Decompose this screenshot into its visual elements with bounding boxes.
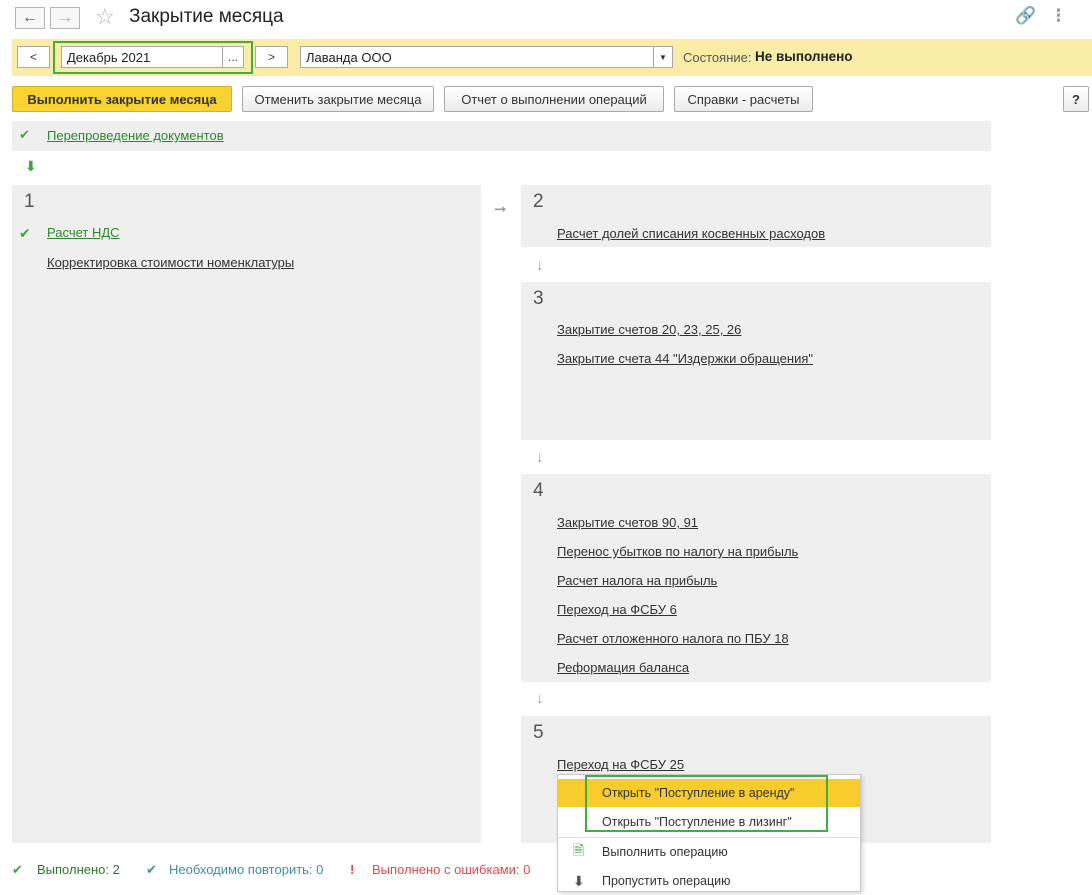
- arrow-right-icon: →: [57, 9, 73, 26]
- more-vertical-icon[interactable]: ⋮: [1050, 6, 1067, 26]
- arrow-down-icon: ↓: [536, 257, 544, 274]
- step-2-item[interactable]: Расчет долей списания косвенных расходов: [557, 226, 825, 241]
- errors-count: Выполнено с ошибками: 0: [372, 862, 531, 877]
- cancel-month-close-button[interactable]: Отменить закрытие месяца: [242, 86, 434, 112]
- help-button[interactable]: ?: [1063, 86, 1089, 112]
- step-4-item[interactable]: Реформация баланса: [557, 660, 689, 675]
- step-number: 4: [533, 480, 544, 501]
- step-4-item[interactable]: Закрытие счетов 90, 91: [557, 515, 698, 530]
- done-count: Выполнено: 2: [37, 862, 120, 877]
- step-1-item[interactable]: Расчет НДС: [47, 225, 120, 240]
- period-highlight: [53, 41, 253, 74]
- reposting-link[interactable]: Перепроведение документов: [47, 128, 224, 143]
- step-number: 5: [533, 722, 544, 743]
- run-month-close-button[interactable]: Выполнить закрытие месяца: [12, 86, 232, 112]
- chevron-down-icon: ▼: [659, 52, 667, 62]
- forward-button[interactable]: →: [50, 7, 80, 29]
- operations-report-button[interactable]: Отчет о выполнении операций: [444, 86, 664, 112]
- step-4-item[interactable]: Расчет налога на прибыль: [557, 573, 717, 588]
- star-icon[interactable]: ☆: [95, 4, 115, 30]
- repeat-count: Необходимо повторить: 0: [169, 862, 324, 877]
- prev-period-button[interactable]: <: [17, 46, 50, 68]
- step-3-item[interactable]: Закрытие счетов 20, 23, 25, 26: [557, 322, 741, 337]
- arrow-right-icon: ➞: [494, 201, 507, 218]
- arrow-down-icon: ⬇: [25, 158, 37, 174]
- next-period-button[interactable]: >: [255, 46, 288, 68]
- arrow-down-icon: ⬇: [573, 872, 585, 889]
- step-4-item[interactable]: Перенос убытков по налогу на прибыль: [557, 544, 798, 559]
- step-number: 1: [24, 191, 35, 212]
- calc-references-button[interactable]: Справки - расчеты: [674, 86, 813, 112]
- run-operation-icon: 🗎: [573, 842, 585, 858]
- check-icon: ✔: [19, 127, 30, 142]
- back-button[interactable]: ←: [15, 7, 45, 29]
- error-icon: !: [350, 862, 355, 877]
- organization-field[interactable]: Лаванда ООО: [300, 46, 654, 68]
- menu-highlight: [585, 775, 828, 832]
- link-icon[interactable]: 🔗: [1015, 6, 1036, 26]
- status-label: Состояние:: [683, 50, 752, 65]
- step-3-item[interactable]: Закрытие счета 44 "Издержки обращения": [557, 351, 813, 366]
- check-icon: ✔: [12, 862, 23, 877]
- status-value: Не выполнено: [755, 49, 853, 64]
- run-operation-item[interactable]: 🗎 Выполнить операцию: [558, 838, 860, 866]
- step-1-item[interactable]: Корректировка стоимости номенклатуры: [47, 255, 294, 270]
- organization-dropdown-button[interactable]: ▼: [653, 46, 673, 68]
- arrow-down-icon: ↓: [536, 690, 544, 707]
- repeat-check-icon: ✔: [146, 862, 157, 877]
- check-icon: ✔: [19, 225, 31, 241]
- step-4-item[interactable]: Расчет отложенного налога по ПБУ 18: [557, 631, 789, 646]
- step-number: 3: [533, 288, 544, 309]
- step-1-panel: [12, 185, 481, 843]
- step-number: 2: [533, 191, 544, 212]
- arrow-down-icon: ↓: [536, 449, 544, 466]
- skip-operation-item[interactable]: ⬇ Пропустить операцию: [558, 867, 860, 895]
- step-5-item[interactable]: Переход на ФСБУ 25: [557, 757, 684, 772]
- arrow-left-icon: ←: [22, 9, 38, 26]
- run-operation-label: Выполнить операцию: [602, 845, 728, 859]
- step-4-item[interactable]: Переход на ФСБУ 6: [557, 602, 677, 617]
- page-title: Закрытие месяца: [129, 6, 284, 27]
- skip-operation-label: Пропустить операцию: [602, 874, 731, 888]
